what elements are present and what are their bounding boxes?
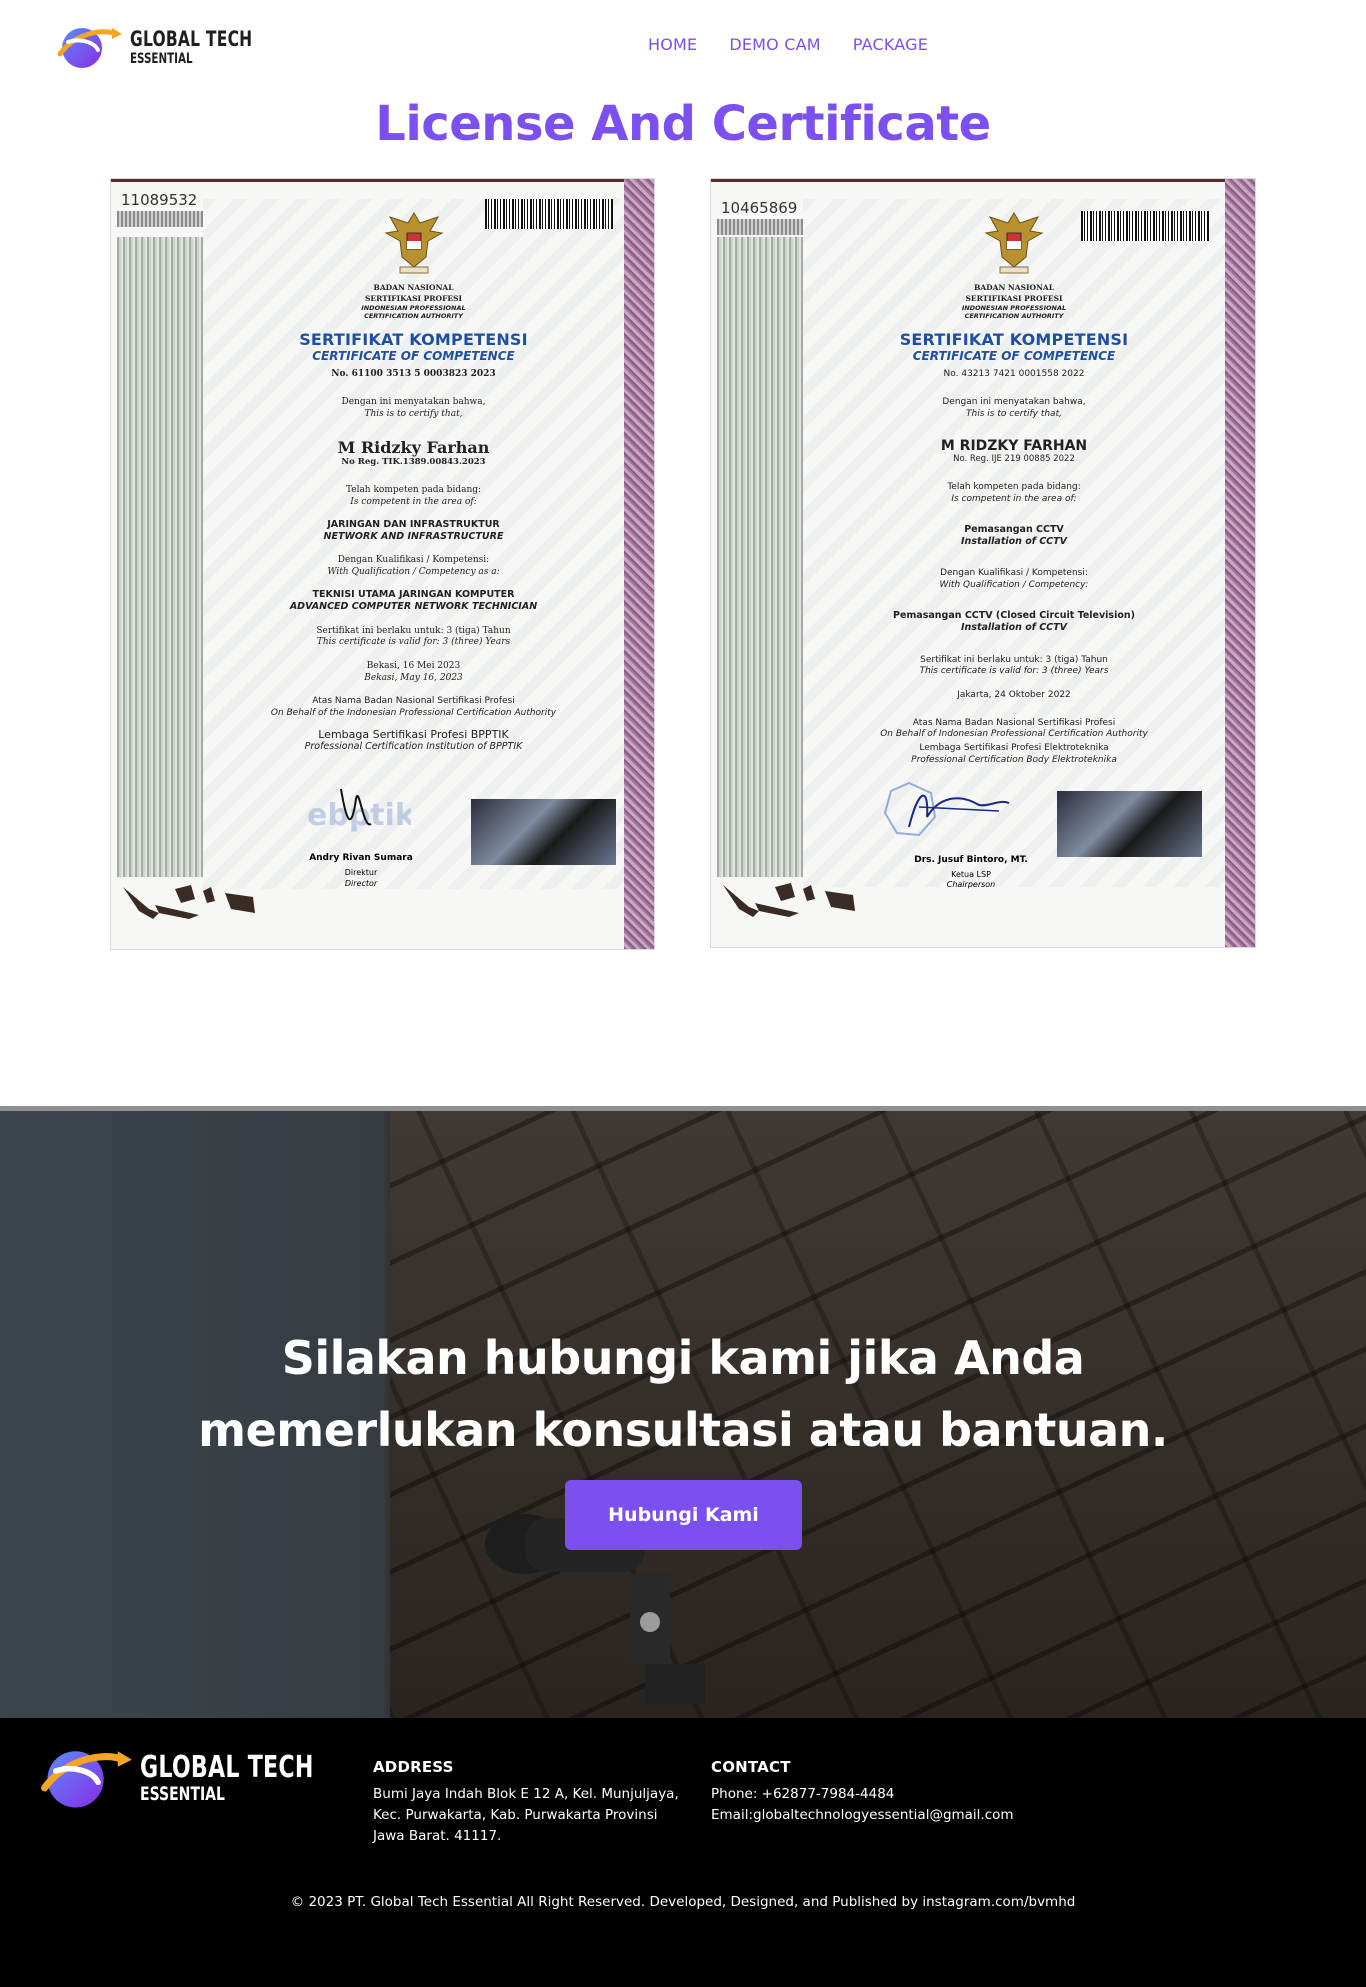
footer-contact: CONTACT Phone: +62877-7984-4484 Email:gl… (711, 1758, 1071, 1826)
brand-name: GLOBAL TECH (140, 1749, 314, 1785)
certificate-subtitle: CERTIFICATE OF COMPETENCE (312, 349, 515, 363)
indonesia-map-icon (723, 883, 855, 917)
certificate-serial: 10465869 (721, 199, 798, 217)
brand-name: GLOBAL TECH (130, 26, 253, 51)
certificate-number: No. 43213 7421 0001558 2022 (943, 369, 1085, 379)
svg-text:ebptik: ebptik (307, 798, 411, 833)
footer-logo[interactable]: GLOBAL TECH ESSENTIAL (36, 1740, 352, 1816)
globe-orbit-logo-icon (41, 1751, 132, 1808)
certificate-border-pattern (717, 237, 803, 877)
garuda-emblem-icon (984, 212, 1044, 274)
nav-package[interactable]: PACKAGE (853, 35, 928, 54)
address-title: ADDRESS (373, 1758, 454, 1776)
competence-area: JARINGAN DAN INFRASTRUKTUR (327, 518, 500, 530)
copyright: © 2023 PT. Global Tech Essential All Rig… (290, 1894, 1076, 1910)
certificate-card: 11089532 BADAN NASIONAL SERTIFIKASI PROF… (110, 178, 655, 950)
contact-us-button[interactable]: Hubungi Kami (565, 1480, 802, 1550)
qualification: Pemasangan CCTV (Closed Circuit Televisi… (893, 609, 1135, 621)
brand-subname: ESSENTIAL (130, 50, 193, 67)
certificate-subtitle: CERTIFICATE OF COMPETENCE (912, 349, 1116, 363)
stamp-signature-icon (883, 781, 1010, 837)
certificate-holder: M Ridzky Farhan (337, 438, 490, 458)
globe-orbit-logo-icon (57, 28, 122, 68)
contact-phone[interactable]: Phone: +62877-7984-4484 (711, 1784, 1071, 1805)
certificate-title: SERTIFIKAT KOMPETENSI (899, 330, 1129, 349)
nav-home[interactable]: HOME (648, 35, 697, 54)
certificate-serial: 11089532 (121, 191, 198, 209)
signer-name: Drs. Jusuf Bintoro, MT. (914, 855, 1028, 865)
certificate-border-pattern (117, 237, 203, 877)
competence-area: Pemasangan CCTV (964, 523, 1064, 535)
hologram-icon (471, 799, 616, 865)
section-title: License And Certificate (375, 96, 991, 152)
site-header: GLOBAL TECH ESSENTIAL HOME DEMO CAM PACK… (0, 0, 1366, 96)
main-nav: HOME DEMO CAM PACKAGE (648, 35, 928, 54)
qualification: TEKNISI UTAMA JARINGAN KOMPUTER (312, 588, 515, 600)
certificate-border-pattern (624, 179, 654, 949)
cta-heading: Silakan hubungi kami jika Anda memerluka… (198, 1331, 1168, 1457)
hologram-icon (1057, 791, 1202, 857)
nav-demo-cam[interactable]: DEMO CAM (729, 35, 820, 54)
indonesia-map-icon (123, 885, 255, 919)
site-logo[interactable]: GLOBAL TECH ESSENTIAL (54, 20, 279, 74)
certificate-holder: M RIDZKY FARHAN (940, 438, 1088, 455)
signature-icon: ebptik (307, 788, 411, 833)
certificate-card: 10465869 BADAN NASIONAL SERTIFIKASI PROF… (710, 178, 1256, 948)
brand-subname: ESSENTIAL (140, 1782, 225, 1805)
contact-title: CONTACT (711, 1758, 791, 1776)
footer-address: ADDRESS Bumi Jaya Indah Blok E 12 A, Kel… (373, 1758, 693, 1847)
signer-name: Andry Rivan Sumara (309, 853, 413, 863)
garuda-emblem-icon (384, 212, 443, 274)
certificate-number: No. 61100 3513 5 0003823 2023 (331, 369, 496, 379)
page: GLOBAL TECH ESSENTIAL HOME DEMO CAM PACK… (0, 0, 1366, 1987)
certificate-title: SERTIFIKAT KOMPETENSI (299, 330, 528, 349)
contact-email[interactable]: Email:globaltechnologyessential@gmail.co… (711, 1805, 1071, 1826)
certificate-border-pattern (1225, 179, 1255, 947)
site-footer: GLOBAL TECH ESSENTIAL ADDRESS Bumi Jaya … (0, 1718, 1366, 1987)
